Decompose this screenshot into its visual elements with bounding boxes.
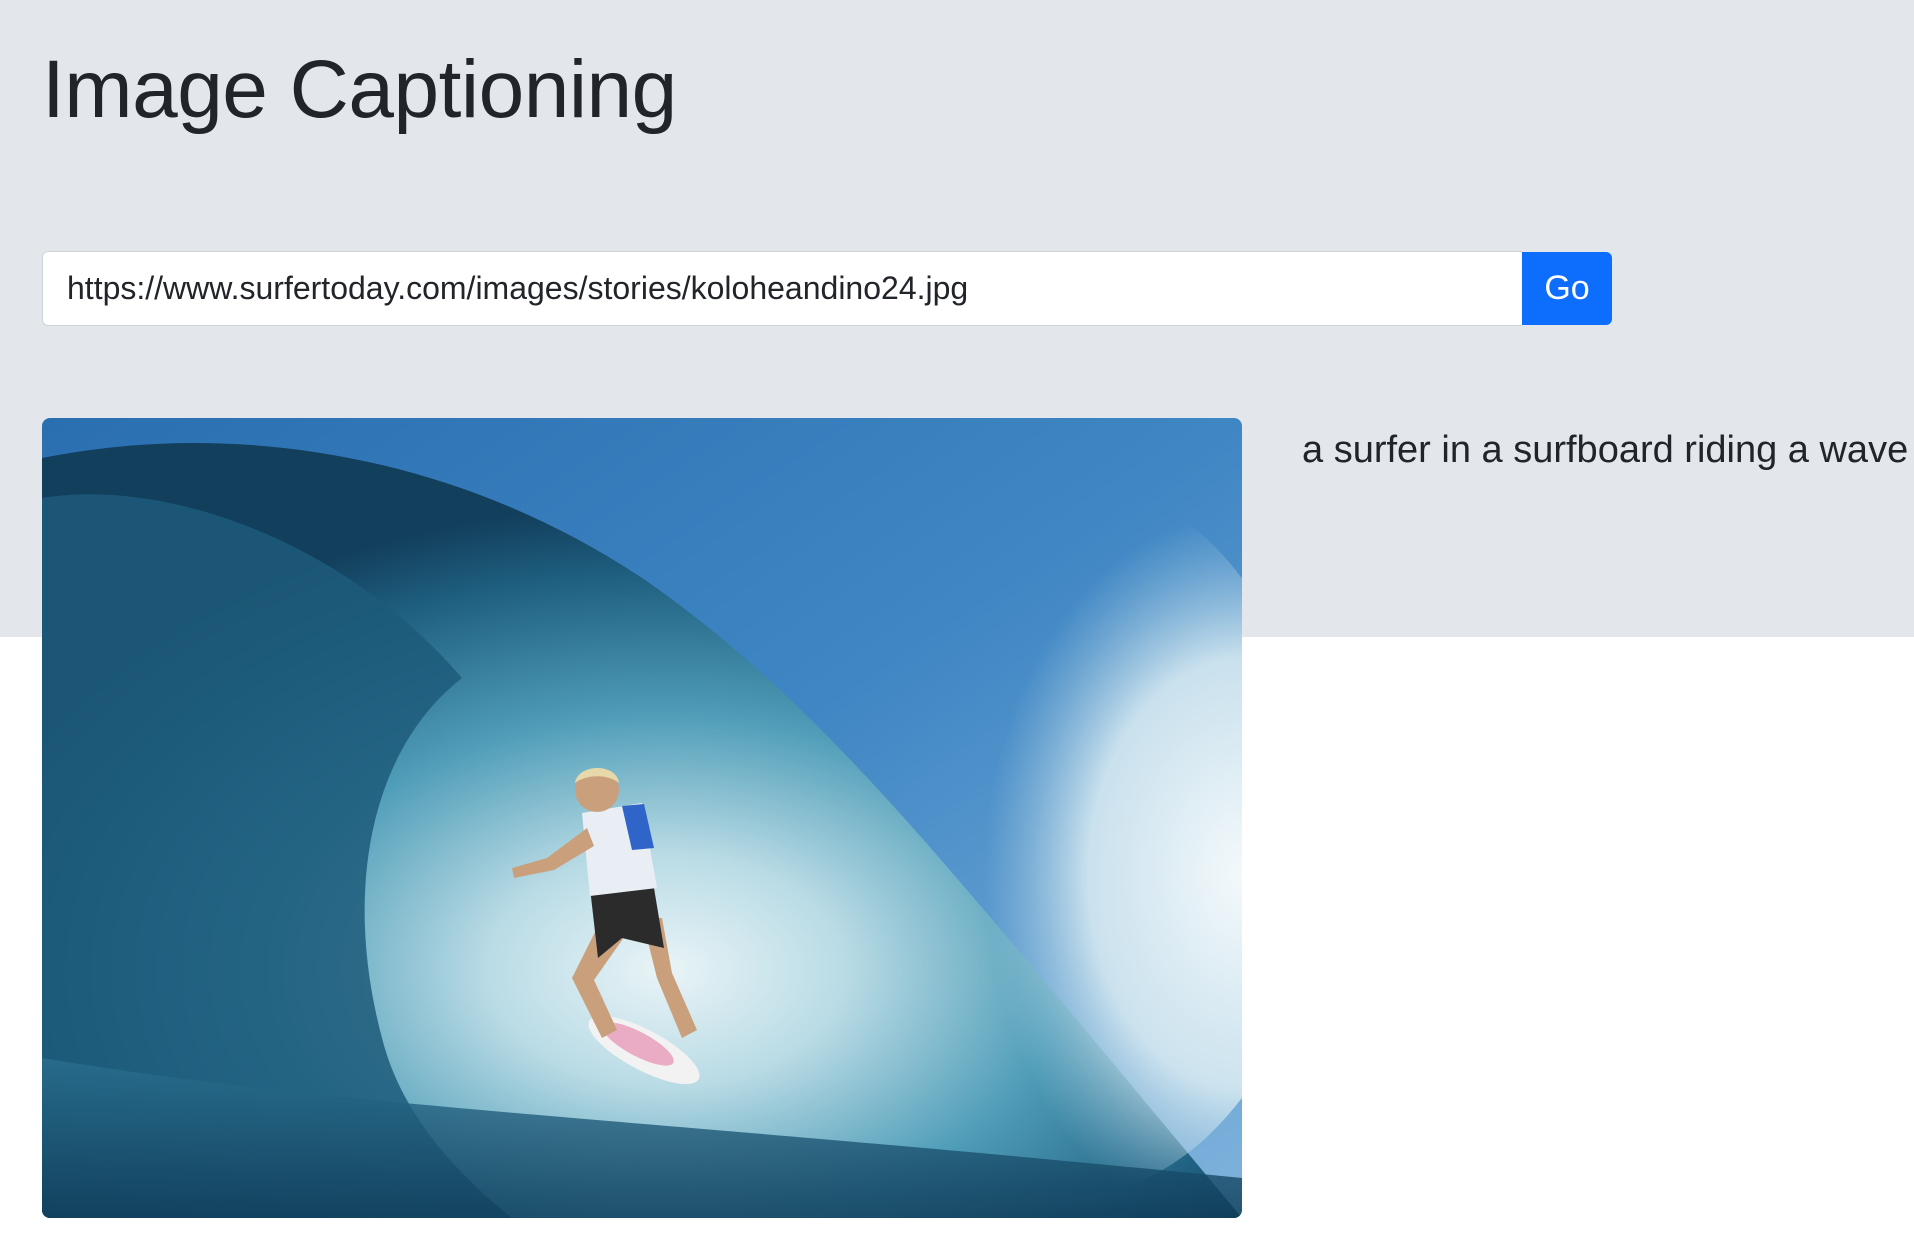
image-url-input[interactable] bbox=[42, 251, 1522, 326]
go-button[interactable]: Go bbox=[1522, 252, 1612, 325]
page-title: Image Captioning bbox=[42, 44, 677, 135]
result-image bbox=[42, 418, 1242, 1218]
image-caption: a surfer in a surfboard riding a wave bbox=[1302, 429, 1909, 471]
url-form: Go bbox=[42, 251, 1612, 326]
